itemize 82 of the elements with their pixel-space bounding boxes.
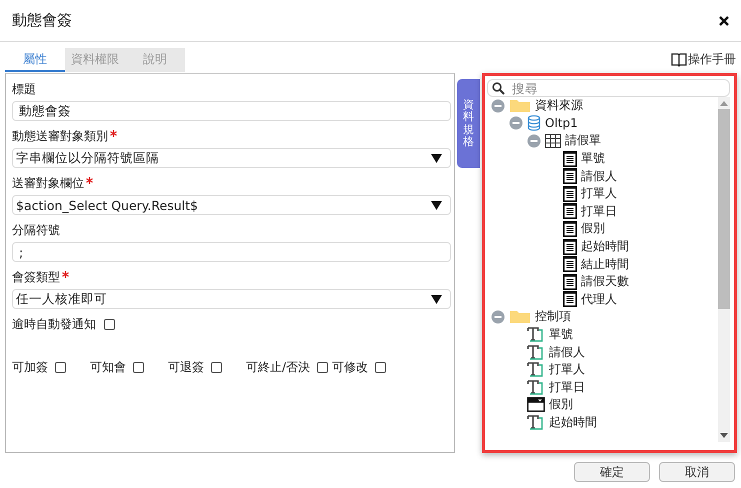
ok-button[interactable]: 確定 <box>574 462 650 482</box>
checkbox-label: 逾時自動發通知 <box>12 316 96 333</box>
folder-icon <box>509 98 531 113</box>
scroll-down-icon[interactable] <box>720 433 728 438</box>
field-label: 會簽類型 <box>12 269 60 286</box>
book-icon <box>671 52 687 66</box>
checkbox-label: 可加簽 <box>12 359 48 376</box>
field-label: 分隔符號 <box>12 222 60 239</box>
tree-item[interactable]: 代理人 <box>581 290 617 308</box>
close-icon[interactable] <box>719 16 729 26</box>
checkbox-label: 可退簽 <box>168 359 204 376</box>
tree-item[interactable]: 資料來源 <box>535 97 583 114</box>
text-field-icon <box>527 327 545 342</box>
tree-item[interactable]: 請假單 <box>565 132 601 150</box>
tree-item[interactable]: 打單日 <box>581 202 617 220</box>
field-label: 標題 <box>12 81 36 98</box>
collapse-icon[interactable] <box>491 98 505 113</box>
text-field[interactable]: ; <box>12 242 451 262</box>
document-icon <box>563 168 577 184</box>
field-label: 送審對象欄位 <box>12 175 84 192</box>
database-icon <box>527 115 541 132</box>
dropdown-arrow-icon <box>431 154 442 162</box>
tree-item[interactable]: 起始時間 <box>581 238 629 256</box>
collapse-icon[interactable] <box>527 134 541 148</box>
checkbox[interactable] <box>55 362 66 373</box>
document-icon <box>563 186 577 202</box>
tab[interactable]: 屬性 <box>5 48 65 72</box>
scrollbar[interactable] <box>718 97 730 442</box>
required-icon <box>62 271 69 278</box>
document-icon <box>563 291 577 308</box>
dropdown-control-icon <box>527 397 545 412</box>
text-field-icon <box>527 344 545 360</box>
dropdown-field[interactable]: 任一人核准即可 <box>12 289 451 309</box>
dropdown-arrow-icon <box>431 294 442 304</box>
tree-item[interactable]: 單號 <box>549 326 573 344</box>
window-title: 動態會簽 <box>12 11 72 30</box>
document-icon <box>563 220 577 237</box>
field-label: 動態送審對象類別 <box>12 128 108 145</box>
tree-item[interactable]: 請假天數 <box>581 273 629 290</box>
tree-item[interactable]: 控制項 <box>535 308 571 326</box>
side-tab[interactable]: 資料規格 <box>457 79 480 168</box>
document-icon <box>563 150 577 167</box>
text-field-icon <box>527 380 545 395</box>
tree-item[interactable]: 假別 <box>549 396 573 414</box>
folder-icon <box>509 310 531 324</box>
document-icon <box>563 256 577 272</box>
tree-item[interactable]: Oltp1 <box>545 116 578 130</box>
dropdown-arrow-icon <box>431 200 442 210</box>
document-icon <box>563 274 577 290</box>
required-icon <box>86 177 93 184</box>
text-field[interactable]: 動態會簽 <box>12 101 451 121</box>
required-icon <box>110 130 117 137</box>
manual-link[interactable]: 操作手冊 <box>671 51 736 68</box>
tree-item[interactable]: 打單人 <box>581 185 617 202</box>
text-field-icon <box>527 362 545 378</box>
checkbox-label: 可終止/否決 <box>246 359 310 376</box>
document-icon <box>563 238 577 255</box>
tree-item[interactable]: 結止時間 <box>581 256 629 273</box>
tree-item[interactable]: 打單日 <box>549 378 585 396</box>
checkbox[interactable] <box>317 362 328 373</box>
dropdown-field[interactable]: 字串欄位以分隔符號區隔 <box>12 148 451 168</box>
tree-item[interactable]: 請假人 <box>581 168 617 185</box>
checkbox[interactable] <box>133 362 144 373</box>
tree-item[interactable]: 單號 <box>581 150 605 168</box>
search-icon <box>492 82 505 94</box>
checkbox[interactable] <box>375 362 386 373</box>
checkbox-label: 可知會 <box>90 359 126 376</box>
tree-item[interactable]: 假別 <box>581 220 605 238</box>
table-icon <box>545 134 561 148</box>
checkbox[interactable] <box>211 362 222 373</box>
collapse-icon[interactable] <box>491 310 505 324</box>
dropdown-field[interactable]: $action_Select Query.Result$ <box>12 195 451 215</box>
tree-item[interactable]: 打單人 <box>549 361 585 378</box>
checkbox-label: 可修改 <box>332 359 368 376</box>
text-field-icon <box>527 414 545 430</box>
document-icon <box>563 203 577 220</box>
tree-item[interactable]: 起始時間 <box>549 414 597 431</box>
cancel-button[interactable]: 取消 <box>659 462 735 482</box>
tree-item[interactable]: 請假人 <box>549 344 585 361</box>
search-field[interactable]: 搜尋 <box>487 79 730 97</box>
checkbox[interactable] <box>104 319 115 330</box>
collapse-icon[interactable] <box>509 116 523 130</box>
